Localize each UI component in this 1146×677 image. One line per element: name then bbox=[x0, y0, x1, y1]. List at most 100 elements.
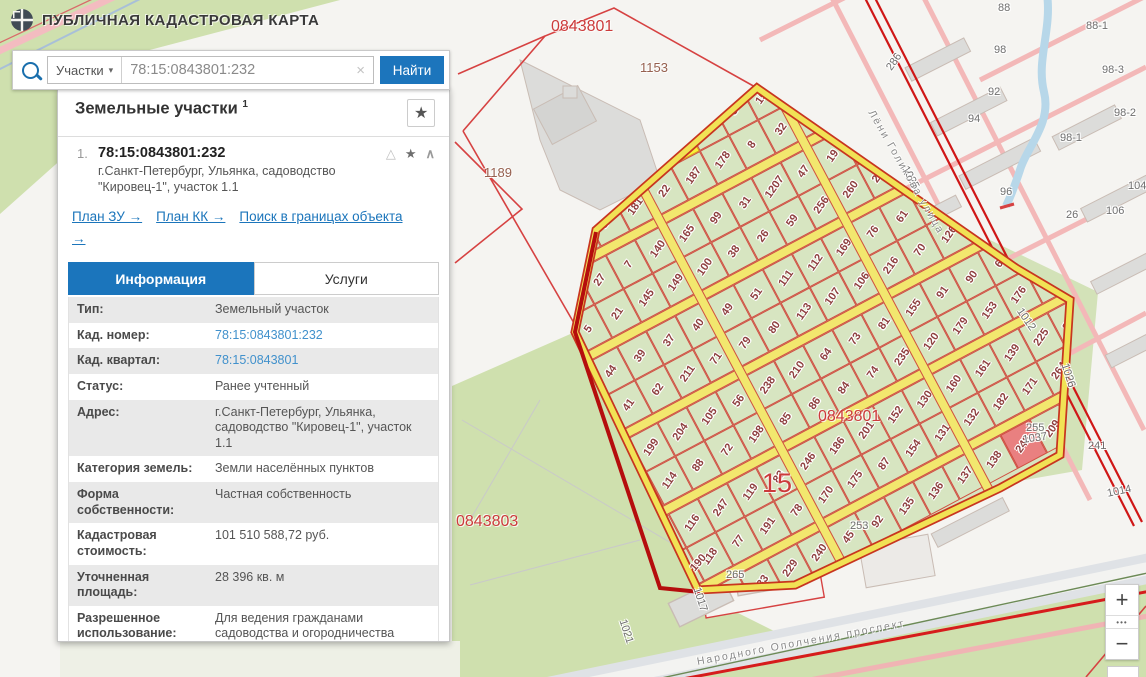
parcel-number: 107 bbox=[823, 285, 843, 307]
parcel-number: 71 bbox=[708, 350, 725, 367]
app-header: ПУБЛИЧНАЯ КАДАСТРОВАЯ КАРТА bbox=[10, 8, 319, 32]
info-value: Земельный участок bbox=[215, 302, 329, 318]
parcel-number: 178 bbox=[713, 149, 733, 171]
parcel-number: 37 bbox=[661, 332, 678, 349]
parcel-number: 118 bbox=[700, 546, 720, 567]
parcel-number: 83 bbox=[771, 468, 788, 485]
search-bar: Участки ▾ × Найти bbox=[12, 50, 450, 90]
search-input[interactable] bbox=[122, 62, 348, 78]
parcel-number: 38 bbox=[726, 243, 743, 260]
app-title: ПУБЛИЧНАЯ КАДАСТРОВАЯ КАРТА bbox=[42, 12, 319, 29]
info-label: Кад. номер: bbox=[77, 328, 215, 344]
info-value: Частная собственность bbox=[215, 487, 351, 518]
zoom-slider-handle[interactable]: ••• bbox=[1106, 615, 1138, 629]
info-row-5: Категория земель:Земли населённых пункто… bbox=[69, 456, 438, 482]
map-zoom-control: + ••• − bbox=[1105, 584, 1139, 660]
find-button[interactable]: Найти bbox=[380, 56, 444, 84]
parcel-number: 85 bbox=[778, 410, 795, 427]
zoom-out-button[interactable]: − bbox=[1106, 629, 1138, 659]
parcel-number: 26 bbox=[755, 227, 772, 244]
parcel-number: 88 bbox=[690, 457, 707, 474]
result-link-1[interactable]: План КК → bbox=[156, 209, 225, 224]
search-category-dropdown[interactable]: Участки ▾ bbox=[48, 57, 122, 83]
info-value[interactable]: 78:15:0843801 bbox=[215, 353, 298, 369]
star-icon[interactable]: ★ bbox=[405, 146, 417, 162]
info-row-0: Тип:Земельный участок bbox=[69, 297, 438, 323]
info-value: Земли населённых пунктов bbox=[215, 461, 374, 477]
parcel-number: 204 bbox=[671, 421, 691, 443]
parcel-number: 79 bbox=[737, 334, 754, 351]
search-icon[interactable] bbox=[13, 62, 47, 79]
info-value[interactable]: 78:15:0843801:232 bbox=[215, 328, 323, 344]
parcel-number: 5 bbox=[582, 323, 595, 335]
parcel-number: 112 bbox=[805, 252, 825, 273]
parcel-number: 225 bbox=[1032, 326, 1052, 348]
clear-search-icon[interactable]: × bbox=[348, 62, 373, 79]
parcel-number: 229 bbox=[781, 557, 801, 579]
parcel-number: 80 bbox=[766, 319, 783, 336]
result-icons: △ ★ ∧ bbox=[386, 146, 435, 162]
panel-title: Земельные участки 1 bbox=[75, 99, 407, 119]
tab-0[interactable]: Информация bbox=[68, 262, 254, 295]
result-link-0[interactable]: План ЗУ → bbox=[72, 209, 142, 224]
result-item[interactable]: 1. 78:15:0843801:232 г.Санкт-Петербург, … bbox=[58, 137, 449, 196]
parcel-number: 39 bbox=[632, 347, 649, 364]
parcel-number: 153 bbox=[980, 299, 1000, 321]
panel-tabs: ИнформацияУслуги bbox=[68, 262, 439, 295]
parcel-number: 74 bbox=[865, 364, 882, 381]
parcel-number: 7 bbox=[623, 258, 636, 270]
parcel-number: 201 bbox=[857, 419, 877, 441]
parcel-number: 41 bbox=[621, 396, 638, 413]
panel-title-row: Земельные участки 1 ★ bbox=[58, 88, 449, 137]
info-label: Уточненная площадь: bbox=[77, 570, 215, 601]
parcel-number: 186 bbox=[828, 435, 848, 457]
parcel-number: 179 bbox=[951, 315, 971, 337]
parcel-number: 170 bbox=[816, 484, 836, 506]
parcel-number: 120 bbox=[922, 330, 942, 352]
info-label: Кадастровая стоимость: bbox=[77, 528, 215, 559]
parcel-number: 31 bbox=[737, 194, 754, 211]
pkk-logo-icon bbox=[10, 8, 34, 32]
parcel-number: 86 bbox=[807, 395, 824, 412]
parcel-number: 132 bbox=[962, 406, 982, 428]
parcel-number: 145 bbox=[637, 287, 657, 309]
warning-icon[interactable]: △ bbox=[386, 146, 396, 162]
info-value: Для ведения гражданами садоводства и ого… bbox=[215, 611, 430, 642]
parcel-number: 8 bbox=[746, 139, 759, 151]
parcel-number: 165 bbox=[677, 222, 697, 244]
parcel-number: 59 bbox=[784, 212, 801, 229]
parcel-number: 61 bbox=[894, 208, 911, 225]
info-row-3: Статус:Ранее учтенный bbox=[69, 374, 438, 400]
parcel-number: 113 bbox=[794, 301, 814, 322]
parcel-number: 139 bbox=[1002, 342, 1022, 364]
parcel-number: 111 bbox=[776, 268, 796, 289]
info-label: Кад. квартал: bbox=[77, 353, 215, 369]
info-table: Тип:Земельный участокКад. номер:78:15:08… bbox=[68, 297, 439, 642]
parcel-number: 260 bbox=[841, 179, 861, 201]
chevron-up-icon[interactable]: ∧ bbox=[425, 146, 435, 162]
results-panel: Земельные участки 1 ★ 1. 78:15:0843801:2… bbox=[57, 88, 450, 642]
parcel-number: 21 bbox=[609, 305, 626, 322]
info-value: Ранее учтенный bbox=[215, 379, 309, 395]
parcel-number: 176 bbox=[1009, 284, 1029, 306]
tab-1[interactable]: Услуги bbox=[254, 262, 440, 295]
info-row-4: Адрес:г.Санкт-Петербург, Ульянка, садово… bbox=[69, 400, 438, 457]
parcel-number: 99 bbox=[708, 209, 725, 226]
parcel-number: 56 bbox=[731, 392, 748, 409]
result-address: г.Санкт-Петербург, Ульянка, садоводство … bbox=[98, 163, 378, 196]
info-label: Тип: bbox=[77, 302, 215, 318]
favorites-star-button[interactable]: ★ bbox=[407, 99, 435, 127]
zoom-in-button[interactable]: + bbox=[1106, 585, 1138, 615]
parcel-number: 211 bbox=[677, 363, 697, 384]
parcel-number: 91 bbox=[935, 284, 952, 301]
parcel-number: 161 bbox=[973, 357, 993, 379]
parcel-number: 175 bbox=[845, 468, 865, 490]
parcel-number: 154 bbox=[904, 437, 924, 459]
parcel-number: 70 bbox=[912, 241, 929, 258]
parcel-number: 160 bbox=[944, 373, 964, 395]
info-value: г.Санкт-Петербург, Ульянка, садоводство … bbox=[215, 405, 430, 452]
parcel-number: 19 bbox=[825, 147, 842, 164]
parcel-number: 199 bbox=[642, 436, 662, 458]
result-index: 1. bbox=[77, 146, 88, 161]
info-row-1: Кад. номер:78:15:0843801:232 bbox=[69, 323, 438, 349]
